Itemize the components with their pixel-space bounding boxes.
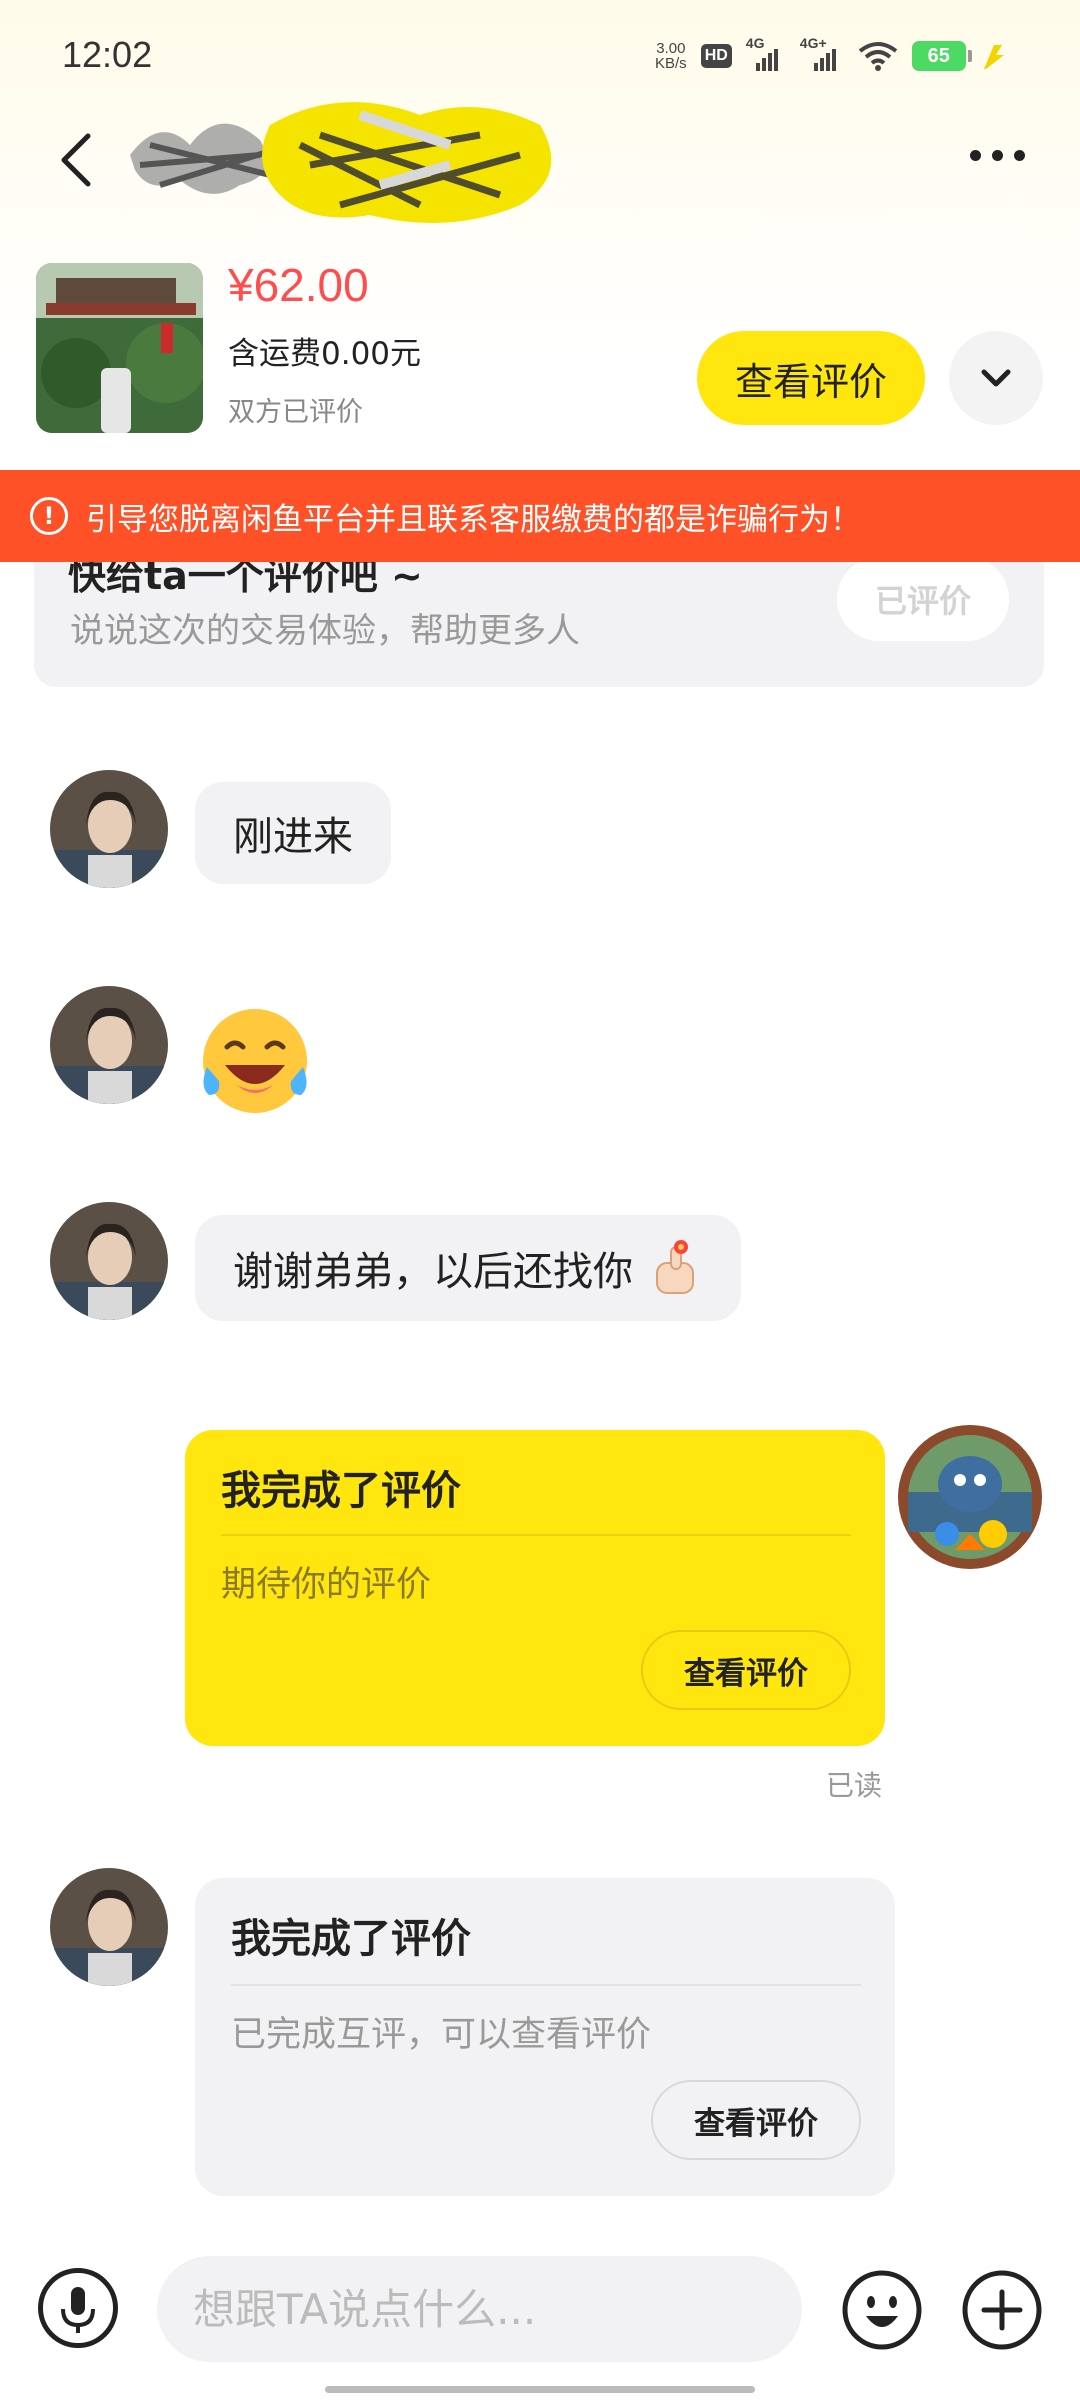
back-arrow-icon[interactable] <box>52 130 102 190</box>
card-title: 我完成了评价 <box>231 1916 471 1962</box>
read-status: 已读 <box>826 1769 883 1802</box>
fraud-warning-banner: ! 引导您脱离闲鱼平台并且联系客服缴费的都是诈骗行为！ <box>0 470 1080 562</box>
rating-status: 双方已评价 <box>228 397 363 428</box>
message-input[interactable] <box>157 2256 802 2362</box>
avatar[interactable] <box>50 1868 168 1986</box>
card-description: 已完成互评，可以查看评价 <box>231 2015 652 2055</box>
card-description: 期待你的评价 <box>221 1565 432 1605</box>
card-title: 我完成了评价 <box>221 1468 461 1514</box>
network-speed: 3.00 KB/s <box>655 40 687 72</box>
expand-button[interactable] <box>949 331 1043 425</box>
card-view-reviews-button[interactable]: 查看评价 <box>651 2080 861 2160</box>
message-bubble: 谢谢弟弟，以后还找你 <box>195 1215 741 1321</box>
home-indicator[interactable] <box>325 2386 755 2393</box>
plus-icon[interactable] <box>960 2268 1044 2352</box>
status-time: 12:02 <box>62 34 153 75</box>
avatar[interactable] <box>50 1202 168 1320</box>
wifi-icon <box>858 42 898 71</box>
microphone-icon <box>61 2287 95 2333</box>
view-reviews-button[interactable]: 查看评价 <box>697 331 925 425</box>
battery-icon: 65 <box>911 41 972 71</box>
message-bubble: 刚进来 <box>195 782 391 884</box>
product-price: ¥62.00 <box>228 259 369 311</box>
warning-text: 引导您脱离闲鱼平台并且联系客服缴费的都是诈骗行为！ <box>86 501 861 538</box>
emoji-icon[interactable] <box>840 2268 924 2352</box>
card-view-reviews-button[interactable]: 查看评价 <box>641 1630 851 1710</box>
divider <box>221 1534 851 1536</box>
charging-icon <box>983 45 1004 69</box>
avatar[interactable] <box>50 770 168 888</box>
hd-icon: HD <box>700 44 732 68</box>
alert-icon: ! <box>30 497 68 535</box>
rated-button[interactable]: 已评价 <box>837 557 1009 641</box>
my-avatar[interactable] <box>895 1422 1045 1572</box>
review-prompt-card: 快给ta一个评价吧 ~ 说说这次的交易体验，帮助更多人 已评价 <box>34 545 1044 687</box>
more-options-icon[interactable] <box>970 150 1025 161</box>
signal-icon: 4G <box>746 35 786 71</box>
tears-of-joy-emoji-icon <box>203 1009 307 1113</box>
voice-input-button[interactable] <box>38 2268 118 2348</box>
chevron-down-icon <box>981 369 1011 387</box>
divider <box>231 1984 861 1986</box>
thumbs-up-flower-icon <box>656 1240 694 1294</box>
shipping-fee: 含运费0.00元 <box>228 336 422 372</box>
message-text: 谢谢弟弟，以后还找你 <box>233 1249 633 1295</box>
their-review-card[interactable]: 我完成了评价 已完成互评，可以查看评价 查看评价 <box>195 1878 895 2196</box>
review-prompt-subtitle: 说说这次的交易体验，帮助更多人 <box>70 611 580 651</box>
signal-icon: 4G+ <box>800 35 844 71</box>
redacted-username <box>130 102 552 223</box>
product-thumbnail[interactable] <box>36 263 203 433</box>
my-review-card[interactable]: 我完成了评价 期待你的评价 查看评价 <box>185 1430 885 1746</box>
avatar[interactable] <box>50 986 168 1104</box>
status-icons: 3.00 KB/s HD 4G 4G+ 65 <box>655 35 1006 76</box>
